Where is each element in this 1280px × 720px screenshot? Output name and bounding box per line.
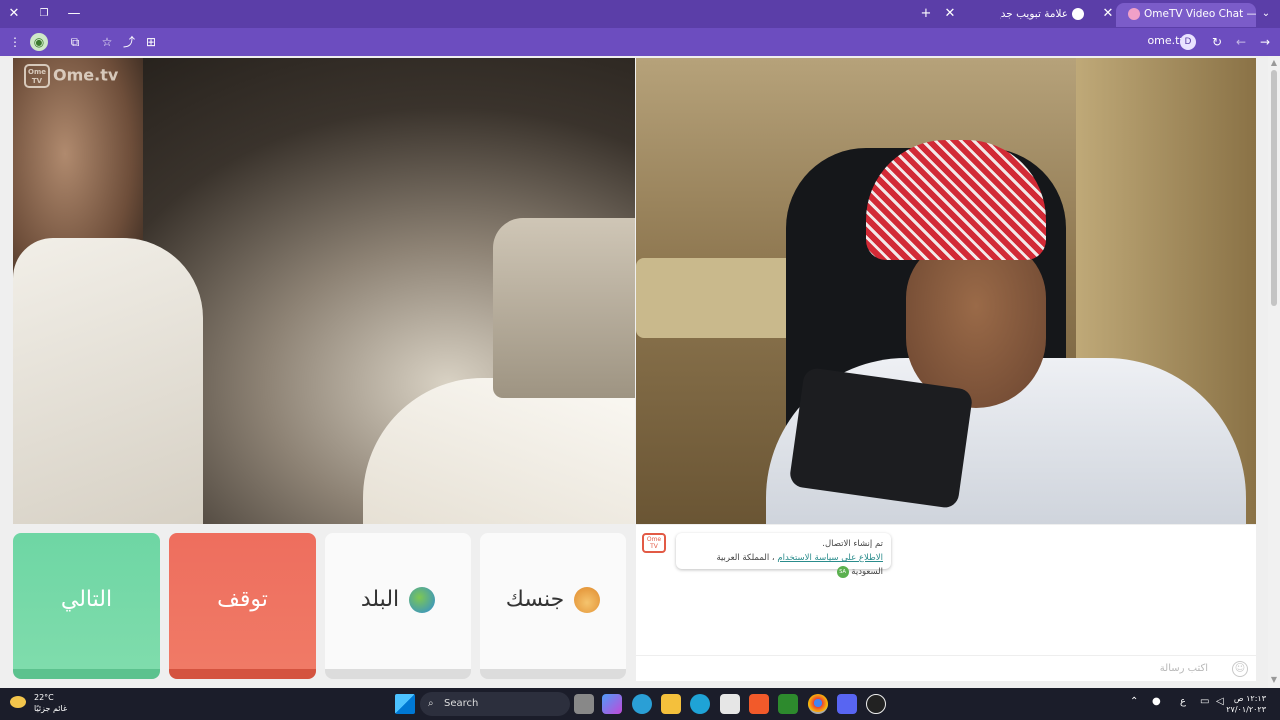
clock-time: ١٢:١٣ ص xyxy=(1233,694,1266,703)
stop-label: توقف xyxy=(217,587,268,612)
message-line2: الاطلاع على سياسة الاستخدام ، المملكة ال… xyxy=(684,551,883,579)
new-tab-icon[interactable]: + xyxy=(916,4,936,24)
stranger-video xyxy=(13,58,635,524)
share-icon[interactable]: ⤴ xyxy=(120,33,138,51)
search-label: Search xyxy=(444,698,479,709)
white-thobe-shape xyxy=(13,238,203,524)
clock-date: ٢٧/٠١/٢٠٢٣ xyxy=(1226,705,1266,714)
ometv-tab-icon xyxy=(1128,8,1140,20)
weather-temp: 22°C xyxy=(34,693,54,702)
restore-window-icon[interactable]: ❐ xyxy=(34,4,54,24)
weather-widget[interactable]: 22°C غائم جزئيًا xyxy=(10,692,67,714)
sofa-shape xyxy=(636,258,796,338)
weather-icon xyxy=(10,696,26,708)
store-icon[interactable] xyxy=(720,694,740,714)
emoji-icon[interactable]: ☺ xyxy=(1232,661,1248,677)
separator: ، xyxy=(769,553,775,563)
input-language[interactable]: ع xyxy=(1180,696,1186,707)
car-seat-shape xyxy=(493,218,635,398)
boy-face-icon xyxy=(574,587,601,613)
network-icon[interactable]: ▭ xyxy=(1200,696,1209,707)
white-cloth-shape xyxy=(363,378,635,524)
country-label: البلد xyxy=(360,587,400,612)
tab-label: OmeTV Video Chat — Ome xyxy=(1144,8,1256,20)
scroll-thumb[interactable] xyxy=(1271,70,1277,306)
gender-filter-button[interactable]: جنسك xyxy=(480,533,626,679)
next-label: التالي xyxy=(60,587,113,612)
close-active-tab-icon[interactable]: ✕ xyxy=(1098,4,1118,24)
chrome-tab-icon xyxy=(1072,8,1084,20)
profile-avatar[interactable]: D xyxy=(1180,34,1196,50)
chat-message-input[interactable] xyxy=(636,656,1216,681)
taskbar-clock[interactable]: ١٢:١٣ ص ٢٧/٠١/٢٠٢٣ xyxy=(1226,693,1266,715)
minimize-window-icon[interactable]: — xyxy=(64,4,84,24)
extensions-icon[interactable]: ⧉ xyxy=(66,33,84,51)
chat-panel: Ome TV تم إنشاء الاتصال. الاطلاع على سيا… xyxy=(636,525,1256,681)
ometv-logo: Ome TV Ome.tv xyxy=(24,64,118,90)
reload-icon[interactable]: ↻ xyxy=(1208,33,1226,51)
scroll-down-icon[interactable]: ▼ xyxy=(1270,676,1278,684)
bookmark-star-icon[interactable]: ☆ xyxy=(98,33,116,51)
tab-label: علامة تبويب جديدة xyxy=(1000,8,1068,20)
forward-icon[interactable]: ← xyxy=(1232,33,1250,51)
system-message: تم إنشاء الاتصال. الاطلاع على سياسة الاس… xyxy=(676,533,891,578)
usage-policy-link[interactable]: الاطلاع على سياسة الاستخدام xyxy=(777,553,883,563)
brave-icon[interactable] xyxy=(749,694,769,714)
edge-dev-icon[interactable] xyxy=(690,694,710,714)
title-bar: ✕ ❐ — + ✕ علامة تبويب جديدة ✕ OmeTV Vide… xyxy=(0,0,1280,28)
back-icon[interactable]: → xyxy=(1256,33,1274,51)
github-icon[interactable] xyxy=(866,694,886,714)
microphone-icon[interactable]: ● xyxy=(1152,696,1161,707)
face-shape xyxy=(906,238,1046,408)
scroll-up-icon[interactable]: ▲ xyxy=(1270,59,1278,67)
edge-icon[interactable] xyxy=(632,694,652,714)
country-filter-button[interactable]: البلد xyxy=(325,533,471,679)
close-window-icon[interactable]: ✕ xyxy=(4,4,24,24)
gender-label: جنسك xyxy=(505,587,565,612)
address-bar: ⋮ ◉ ⧉ ☆ ⤴ ⊞ ome.tv D ↻ ← → xyxy=(0,28,1280,56)
stop-button[interactable]: توقف xyxy=(169,533,316,679)
ometv-chat-logo-icon: Ome TV xyxy=(642,533,666,553)
windows-start-icon[interactable] xyxy=(395,694,415,714)
copilot-icon[interactable] xyxy=(602,694,622,714)
page-scrollbar[interactable]: ▲ ▼ xyxy=(1268,56,1280,688)
chat-input-bar: ☺ xyxy=(636,655,1256,681)
discord-icon[interactable] xyxy=(837,694,857,714)
menu-dots-icon[interactable]: ⋮ xyxy=(6,33,24,51)
self-video xyxy=(636,58,1256,524)
file-explorer-icon[interactable] xyxy=(661,694,681,714)
chrome-icon[interactable] xyxy=(808,694,828,714)
globe-icon xyxy=(409,587,436,613)
extension-globe-icon[interactable]: ◉ xyxy=(30,33,48,51)
weather-desc: غائم جزئيًا xyxy=(34,704,68,713)
ometv-tv-icon: Ome TV xyxy=(24,64,50,88)
connection-message: تم إنشاء الاتصال. xyxy=(822,539,883,549)
microphone-shape xyxy=(788,366,974,510)
close-tab-icon[interactable]: ✕ xyxy=(940,4,960,24)
next-button[interactable]: التالي xyxy=(13,533,160,679)
taskbar-search[interactable]: ⌕ Search xyxy=(420,692,570,716)
search-icon: ⌕ xyxy=(428,698,434,709)
taskbar: 22°C غائم جزئيًا ⌕ Search ⌃ ● ع ▭ ◁ ١٢:١… xyxy=(0,688,1280,720)
tray-chevron-icon[interactable]: ⌃ xyxy=(1130,696,1138,707)
country-flag-icon: SA xyxy=(836,565,849,578)
volume-icon[interactable]: ◁ xyxy=(1216,696,1224,707)
logo-text: Ome.tv xyxy=(53,65,119,85)
tab-ometv[interactable]: OmeTV Video Chat — Ome xyxy=(1116,3,1256,27)
xbox-icon[interactable] xyxy=(778,694,798,714)
tab-new-tab[interactable]: علامة تبويب جديدة xyxy=(1000,3,1096,27)
translate-icon[interactable]: ⊞ xyxy=(142,33,160,51)
tab-search-icon[interactable]: ⌄ xyxy=(1256,4,1276,24)
task-view-icon[interactable] xyxy=(574,694,594,714)
